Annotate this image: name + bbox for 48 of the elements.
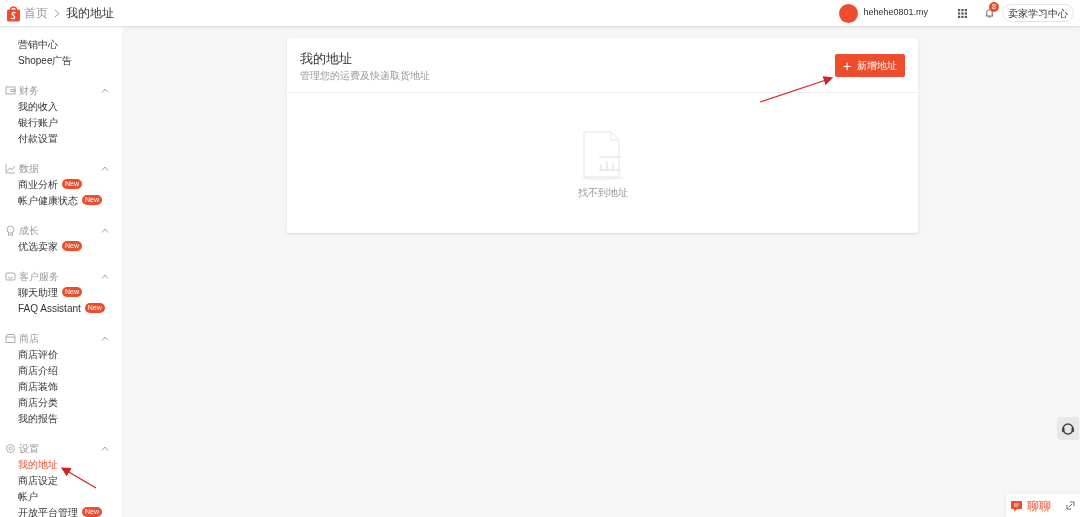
- sidebar-item[interactable]: 商店装饰: [18, 378, 58, 394]
- add-address-button[interactable]: + 新增地址: [835, 54, 905, 77]
- section-icon: [5, 270, 16, 282]
- headset-icon: [1061, 421, 1075, 436]
- section-icon: [5, 162, 16, 174]
- username[interactable]: hehehe0801.my: [863, 6, 928, 20]
- sidebar-item[interactable]: Shopee广告: [18, 52, 73, 68]
- sidebar-item[interactable]: 聊天助理: [18, 284, 58, 300]
- section-icon: [5, 442, 16, 454]
- sidebar-item[interactable]: 我的地址: [18, 456, 58, 472]
- avatar: [839, 3, 859, 23]
- sidebar-item[interactable]: 我的报告: [18, 410, 58, 426]
- app-grid-icon[interactable]: [958, 8, 967, 18]
- shopping-bag-logo[interactable]: [6, 4, 21, 22]
- expand-icon[interactable]: [1066, 501, 1075, 510]
- sidebar-item[interactable]: 我的收入: [18, 98, 58, 114]
- chevron-up-icon[interactable]: [101, 335, 109, 341]
- sidebar-item[interactable]: 商业分析: [18, 176, 58, 192]
- card-subtitle: 管理您的运费及快递取货地址: [300, 69, 430, 83]
- bell-icon[interactable]: [985, 8, 994, 18]
- card-title: 我的地址: [300, 51, 353, 67]
- sidebar-item[interactable]: 开放平台管理: [18, 504, 78, 517]
- chevron-right-icon: [54, 8, 60, 18]
- sidebar-item[interactable]: 商店分类: [18, 394, 58, 410]
- sidebar-item[interactable]: 商店介绍: [18, 362, 58, 378]
- sidebar-item[interactable]: 优选卖家: [18, 238, 58, 254]
- annotation-arrow: [60, 467, 97, 489]
- sidebar-item[interactable]: 帐户健康状态: [18, 192, 78, 208]
- section-icon: [5, 224, 16, 236]
- sidebar-item[interactable]: 商店设定: [18, 472, 58, 488]
- sidebar-item[interactable]: 帐户: [18, 488, 38, 504]
- section-icon: [5, 84, 16, 96]
- chat-icon: [1011, 499, 1024, 512]
- chevron-up-icon[interactable]: [101, 445, 109, 451]
- chevron-up-icon[interactable]: [101, 273, 109, 279]
- section-icon: [5, 332, 16, 344]
- chevron-up-icon[interactable]: [101, 227, 109, 233]
- learning-center-button[interactable]: 卖家学习中心: [1002, 4, 1074, 22]
- support-button[interactable]: [1057, 417, 1079, 440]
- sidebar-item[interactable]: FAQ Assistant: [18, 300, 81, 316]
- chevron-up-icon[interactable]: [101, 87, 109, 93]
- sidebar-item[interactable]: 营销中心: [18, 36, 58, 52]
- sidebar-item[interactable]: 商店评价: [18, 346, 58, 362]
- sidebar-item[interactable]: 银行账户: [18, 114, 58, 130]
- chevron-up-icon[interactable]: [101, 165, 109, 171]
- sidebar-item[interactable]: 付款设置: [18, 130, 58, 146]
- empty-message: 找不到地址: [577, 186, 628, 200]
- page-title: 我的地址: [66, 5, 114, 22]
